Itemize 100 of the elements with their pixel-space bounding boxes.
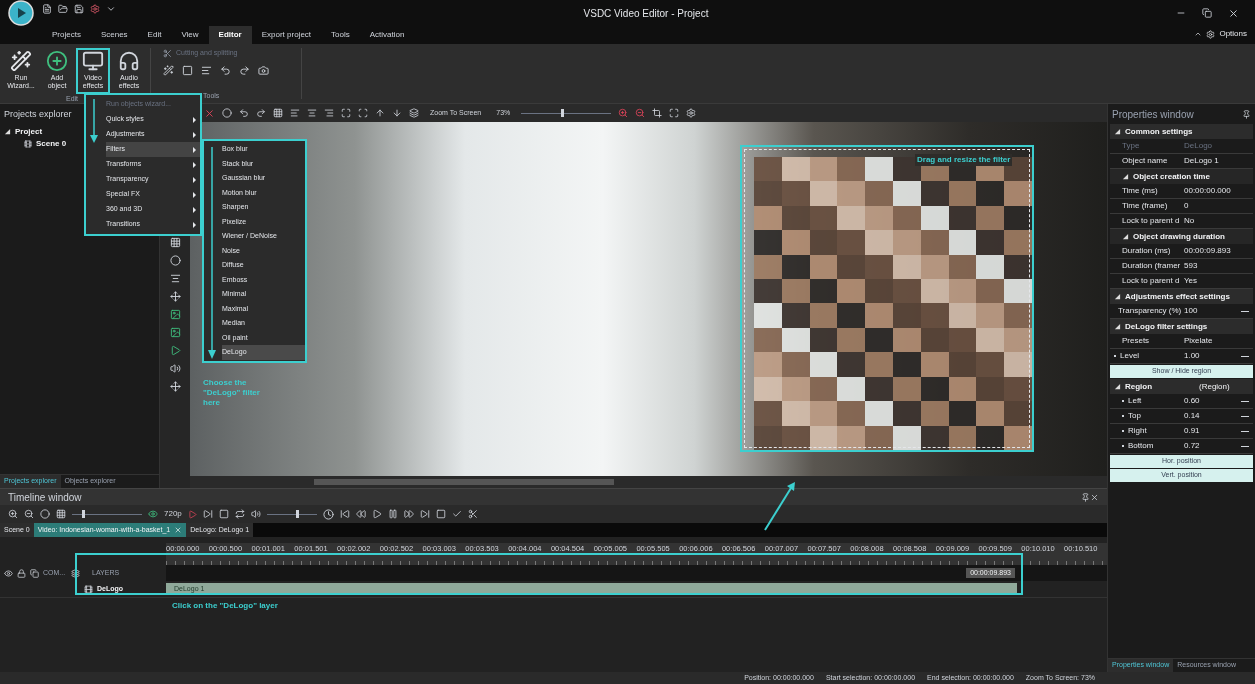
track-icon[interactable] [84, 584, 93, 594]
property-value[interactable]: DeLogo 1 [1180, 155, 1219, 167]
skip-icon[interactable] [202, 509, 213, 519]
options-button[interactable]: Options [1194, 28, 1255, 44]
menu-tab[interactable]: Activation [359, 26, 415, 44]
rotate-right-icon[interactable] [239, 64, 250, 76]
app-logo-icon[interactable] [8, 0, 34, 26]
property-value[interactable]: Yes [1180, 275, 1198, 287]
settings-icon[interactable] [90, 4, 100, 14]
delete-icon[interactable] [204, 107, 215, 119]
skip-forward-icon[interactable] [419, 509, 430, 519]
section-header[interactable]: Common settings [1110, 124, 1253, 139]
property-value[interactable]: 0.72 [1180, 440, 1241, 452]
camera-icon[interactable] [258, 64, 269, 76]
menu-tab[interactable]: Editor [208, 26, 252, 44]
lock-icon[interactable] [17, 568, 26, 578]
property-value[interactable]: 1.00 [1180, 350, 1241, 362]
menu-tab[interactable]: Edit [137, 26, 172, 44]
image-icon[interactable] [169, 309, 181, 320]
volume-icon[interactable] [250, 509, 261, 519]
frame-icon[interactable] [218, 509, 229, 519]
arrow-up-icon[interactable] [375, 108, 385, 118]
eye-icon[interactable] [4, 568, 13, 578]
arrow-down-icon[interactable] [392, 108, 402, 118]
scene-icon[interactable] [24, 139, 32, 148]
grid-icon[interactable] [169, 237, 181, 248]
property-value[interactable]: 00:00:09.893 [1180, 245, 1231, 257]
pin-icon[interactable] [1242, 109, 1251, 119]
grid-icon[interactable] [56, 509, 66, 519]
zoom-out-icon[interactable] [24, 509, 34, 519]
property-value[interactable]: 0.60 [1180, 395, 1241, 407]
caret-icon[interactable] [106, 4, 116, 14]
restore-icon[interactable] [1202, 8, 1212, 18]
play-icon[interactable] [371, 509, 382, 519]
zoom-in-icon[interactable] [8, 509, 18, 519]
zoom-slider-thumb[interactable] [560, 109, 564, 117]
property-value[interactable]: 0.91 [1180, 425, 1241, 437]
close-icon[interactable] [1090, 492, 1099, 502]
property-value[interactable]: 00:00:00.000 [1180, 185, 1231, 197]
expander-icon[interactable] [1122, 233, 1129, 240]
section-header[interactable]: Adjustments effect settings [1110, 289, 1253, 304]
align-center-icon[interactable] [307, 108, 317, 118]
move-icon[interactable] [169, 381, 181, 392]
folder-icon[interactable] [58, 4, 68, 14]
expander-icon[interactable] [1114, 293, 1121, 300]
check-icon[interactable] [451, 509, 462, 519]
copy-icon[interactable] [30, 568, 39, 578]
menu-tab[interactable]: Tools [321, 26, 360, 44]
expander-icon[interactable] [1114, 383, 1121, 390]
eye-icon[interactable] [148, 509, 158, 519]
grid-icon[interactable] [273, 108, 283, 118]
scissors-icon[interactable] [163, 48, 172, 58]
tree-item[interactable]: Scene 0 [36, 137, 67, 150]
align-right-icon[interactable] [324, 108, 334, 118]
expander-icon[interactable] [1114, 323, 1121, 330]
property-value[interactable]: Pixelate [1180, 335, 1213, 347]
rewind-icon[interactable] [355, 509, 366, 519]
resolution-dropdown[interactable]: 720p [164, 508, 182, 520]
time-ruler[interactable] [166, 543, 1107, 565]
new-file-icon[interactable] [42, 4, 52, 14]
subsection-header[interactable]: Object creation time [1110, 169, 1253, 184]
property-value[interactable]: No [1180, 215, 1195, 227]
expander-icon[interactable] [1122, 173, 1129, 180]
menu-tab[interactable]: Scenes [90, 26, 138, 44]
save-icon[interactable] [74, 4, 84, 14]
clock-icon[interactable] [322, 508, 334, 520]
property-value[interactable]: 0 [1180, 200, 1189, 212]
section-header[interactable]: DeLogo filter settings [1110, 319, 1253, 334]
menu-tab[interactable]: Export project [251, 26, 322, 44]
audio-icon[interactable] [169, 363, 181, 374]
scrollbar-thumb[interactable] [314, 479, 614, 485]
section-header[interactable]: Region (Region) [1110, 379, 1253, 394]
zoom-slider-thumb[interactable] [81, 510, 85, 518]
circle-icon[interactable] [40, 509, 50, 519]
close-icon[interactable] [1228, 7, 1239, 19]
property-value[interactable]: 0.14 [1180, 410, 1241, 422]
subsection-header[interactable]: Object drawing duration [1110, 229, 1253, 244]
circle-icon[interactable] [169, 255, 181, 266]
property-value[interactable]: 100 [1180, 305, 1241, 317]
fast-forward-icon[interactable] [403, 509, 414, 519]
image-icon[interactable] [169, 327, 181, 338]
rotate-left-icon[interactable] [220, 64, 231, 76]
expander-icon[interactable] [1114, 128, 1121, 135]
menu-tab[interactable]: Projects [42, 26, 91, 44]
redo-icon[interactable] [256, 108, 266, 118]
loop-icon[interactable] [234, 509, 245, 519]
volume-slider-thumb[interactable] [295, 510, 299, 518]
pause-icon[interactable] [387, 509, 398, 519]
skip-back-icon[interactable] [339, 509, 350, 519]
expander-icon[interactable] [4, 128, 11, 135]
tree-item[interactable]: Project [15, 125, 43, 138]
menu-tab[interactable]: View [171, 26, 209, 44]
fullscreen-icon[interactable] [669, 108, 680, 118]
crop-icon[interactable] [652, 108, 663, 118]
layers-icon[interactable] [71, 568, 80, 578]
undo-icon[interactable] [239, 108, 249, 118]
circle-icon[interactable] [222, 108, 232, 118]
layers-icon[interactable] [409, 108, 419, 118]
align-left-icon[interactable] [290, 108, 300, 118]
property-value[interactable]: 593 [1180, 260, 1198, 272]
